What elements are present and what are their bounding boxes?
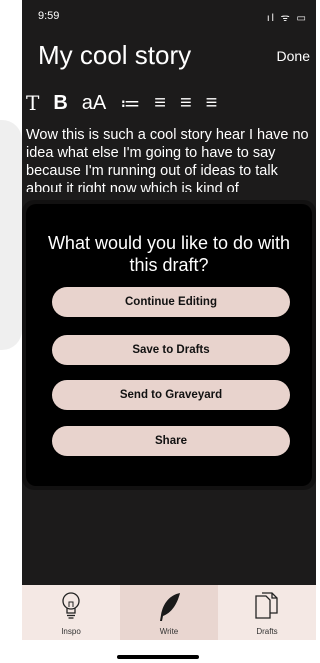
home-indicator bbox=[117, 655, 199, 659]
tab-write[interactable]: Write bbox=[120, 585, 218, 640]
feather-icon bbox=[160, 593, 180, 621]
modal-title: What would you like to do with this draf… bbox=[47, 233, 291, 275]
text-size-icon[interactable]: aA bbox=[82, 92, 106, 115]
align-right-icon[interactable]: ≡ bbox=[206, 92, 218, 115]
status-time: 9:59 bbox=[38, 10, 60, 22]
font-icon[interactable]: T bbox=[26, 91, 39, 115]
phone: 9:59 ıl ᯤ ▭ My cool story Done T B aA ≔ … bbox=[0, 0, 316, 663]
editor-screen: 9:59 ıl ᯤ ▭ My cool story Done T B aA ≔ … bbox=[22, 0, 316, 640]
align-center-icon[interactable]: ≡ bbox=[180, 92, 192, 115]
story-title[interactable]: My cool story bbox=[38, 40, 191, 71]
tab-drafts-label: Drafts bbox=[256, 627, 278, 636]
draft-action-modal: What would you like to do with this draf… bbox=[26, 204, 312, 486]
align-left-icon[interactable]: ≡ bbox=[154, 92, 166, 115]
tab-inspo[interactable]: Inspo bbox=[22, 585, 120, 640]
continue-editing-button[interactable]: Continue Editing bbox=[52, 287, 290, 317]
tab-inspo-label: Inspo bbox=[61, 627, 81, 636]
tab-drafts[interactable]: Drafts bbox=[218, 585, 316, 640]
status-bar: 9:59 ıl ᯤ ▭ bbox=[38, 10, 308, 30]
format-toolbar: T B aA ≔ ≡ ≡ ≡ bbox=[26, 88, 312, 118]
bullet-list-icon[interactable]: ≔ bbox=[120, 91, 140, 116]
story-text[interactable]: Wow this is such a cool story hear I hav… bbox=[26, 126, 316, 198]
tab-write-label: Write bbox=[159, 627, 179, 636]
documents-icon bbox=[255, 592, 278, 619]
status-icons: ıl ᯤ ▭ bbox=[266, 13, 308, 24]
bold-icon[interactable]: B bbox=[53, 92, 67, 115]
lightbulb-icon bbox=[62, 592, 80, 619]
save-to-drafts-button[interactable]: Save to Drafts bbox=[52, 335, 290, 365]
send-to-graveyard-button[interactable]: Send to Graveyard bbox=[52, 380, 290, 410]
background-panel bbox=[0, 120, 22, 350]
done-button[interactable]: Done bbox=[277, 48, 310, 64]
tab-bar: Inspo Write Drafts bbox=[22, 585, 316, 640]
share-button[interactable]: Share bbox=[52, 426, 290, 456]
